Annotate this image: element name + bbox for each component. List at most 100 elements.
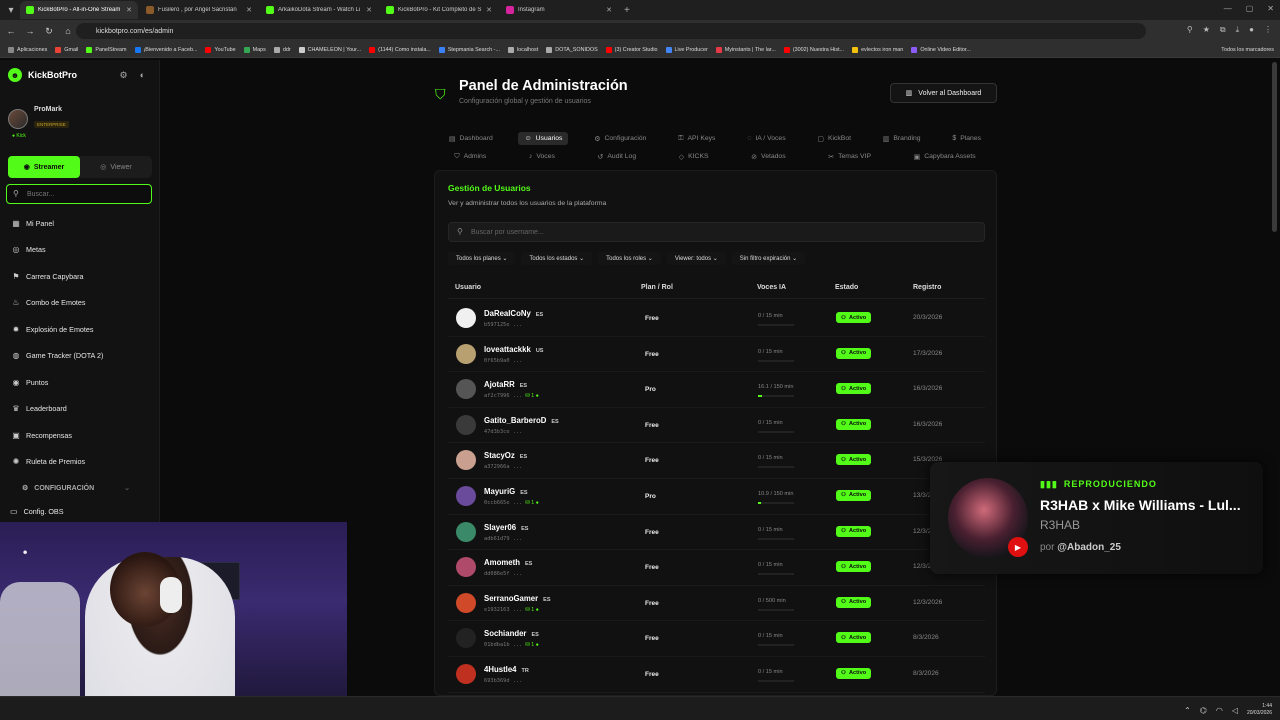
sidebar-item[interactable]: ◉ Puntos [0, 369, 160, 396]
user-name[interactable]: Sochiander ES [484, 629, 539, 638]
status-badge[interactable]: ⚇ Activo [836, 596, 872, 608]
bookmark-item[interactable]: CHAMELEON | Your... [298, 46, 361, 53]
reload-icon[interactable]: ↻ [41, 26, 57, 37]
admin-tab[interactable]: $ Planes [946, 132, 987, 145]
status-badge[interactable]: ⚇ Activo [836, 632, 872, 644]
close-window-icon[interactable]: ✕ [1267, 4, 1274, 13]
filter-dropdown[interactable]: Todos los estados ⌄ [521, 252, 593, 265]
menu-icon[interactable]: ⋮ [1264, 25, 1272, 35]
bookmark-item[interactable]: YouTube [205, 46, 236, 53]
bookmark-item[interactable]: Online Video Editor... [911, 46, 971, 53]
user-name[interactable]: SerranoGamer ES [484, 594, 551, 603]
bookmark-item[interactable]: PanelStream [86, 46, 127, 53]
download-icon[interactable]: ⤓ [1236, 25, 1240, 35]
table-row[interactable]: Sochiander ES 01bdba1b ... ⛁ 1 ● Free 0 / 15 … [448, 621, 985, 657]
back-to-dashboard-button[interactable]: ▥ Volver al Dashboard [890, 83, 997, 103]
status-badge[interactable]: ⚇ Activo [836, 347, 872, 359]
user-name[interactable]: StacyOz ES [484, 451, 527, 460]
table-row[interactable]: StacyOz ES a372966a ... Free 0 / 15 min ⚇ Act… [448, 443, 985, 479]
bookmark-item[interactable]: (1144) Como instala... [369, 46, 431, 53]
column-status[interactable]: Estado [835, 284, 858, 291]
table-row[interactable]: AjotaRR ES af2c7996 ... ⛁ 1 ● Pro 16.1 / 150 … [448, 372, 985, 408]
sidebar-item[interactable]: ✺ Ruleta de Premios [0, 449, 160, 476]
status-badge[interactable]: ⚇ Activo [836, 667, 872, 679]
sidebar-item[interactable]: ♨ Combo de Emotes [0, 290, 160, 317]
status-badge[interactable]: ⚇ Activo [836, 418, 872, 430]
bookmark-item[interactable]: DOTA_SONIDOS [546, 46, 598, 53]
admin-tab[interactable]: ⚙ Configuración [588, 132, 652, 146]
theme-toggle-icon[interactable]: ◐ [140, 70, 145, 81]
bookmark-item[interactable]: Maps [243, 46, 266, 53]
brand-logo[interactable]: ☻ KickBotPro [8, 68, 77, 82]
sidebar-item-config-obs[interactable]: ▭ Config. OBS [10, 507, 64, 516]
user-name[interactable]: loveattackkk US [484, 345, 543, 354]
table-row[interactable]: MayuriG ES 0ccb665e ... ⛁ 1 ● Pro 10.9 / 150 … [448, 479, 985, 515]
browser-tab[interactable]: Fusilero , por Ángel Sacristán ✕ [140, 1, 258, 19]
minimize-icon[interactable]: — [1224, 4, 1232, 13]
admin-tab[interactable]: ✂ Temas VIP [822, 150, 877, 164]
volume-icon[interactable]: ◁ [1232, 706, 1238, 715]
admin-tab[interactable]: ⊘ Vetados [745, 150, 791, 164]
url-field[interactable]: kickbotpro.com/es/admin [76, 23, 1146, 39]
bookmark-star-icon[interactable]: ★ [1203, 25, 1210, 35]
browser-tab[interactable]: ArkaikoDota Stream - Watch Li ✕ [260, 1, 378, 19]
table-row[interactable]: loveattackkk US 0f65b9a0 ... Free 0 / 15 min… [448, 337, 985, 373]
table-row[interactable]: Gatito_BarberoD ES 47d3b3ce ... Free 0 / 15 … [448, 408, 985, 444]
all-bookmarks[interactable]: Todos los marcadores [1221, 47, 1274, 53]
viewer-mode-button[interactable]: ◎ Viewer [80, 156, 152, 178]
table-row[interactable]: Slayer06 ES adb61d79 ... Free 0 / 15 min ⚇ Ac… [448, 515, 985, 551]
network-icon[interactable]: ⌬ [1200, 706, 1207, 715]
bookmark-item[interactable]: Aplicaciones [8, 46, 47, 53]
tab-close-icon[interactable]: ✕ [246, 6, 252, 14]
bookmark-item[interactable]: localhost [507, 46, 538, 53]
user-name[interactable]: Gatito_BarberoD ES [484, 416, 559, 425]
table-row[interactable]: SerranoGamer ES e1932163 ... ⛁ 1 ● Free 0 / 5… [448, 586, 985, 622]
settings-icon[interactable]: ⚙ [119, 70, 127, 81]
browser-tab[interactable]: KickBotPro - Kit Completo de S ✕ [380, 1, 498, 19]
user-name[interactable]: 4Hustle4 TR [484, 665, 529, 674]
sidebar-item[interactable]: ♛ Leaderboard [0, 396, 160, 423]
user-name[interactable]: DaRealCoNy ES [484, 309, 543, 318]
admin-tab[interactable]: ⛉ Admins [448, 150, 492, 164]
forward-icon[interactable]: → [22, 26, 38, 36]
extensions-icon[interactable]: ⧉ [1220, 25, 1226, 35]
admin-tab[interactable]: ▥ Branding [877, 132, 927, 146]
filter-dropdown[interactable]: Todos los planes ⌄ [448, 252, 516, 265]
user-profile[interactable]: ProMark ENTERPRISE [8, 106, 69, 131]
tab-close-icon[interactable]: ✕ [126, 6, 132, 14]
filter-dropdown[interactable]: Todos los roles ⌄ [598, 252, 661, 265]
sidebar-item[interactable]: ◎ Metas [0, 237, 160, 264]
admin-tab[interactable]: ▣ Capybara Assets [908, 150, 982, 164]
admin-tab[interactable]: ♪ Voces [523, 150, 561, 163]
sidebar-search-input[interactable]: ⚲ Buscar... [6, 184, 152, 204]
config-section-header[interactable]: ⚙ CONFIGURACIÓN ⌄ [22, 484, 130, 493]
table-row[interactable]: DaRealCoNy ES b597125e ... Free 0 / 15 min ⚇ … [448, 301, 985, 337]
user-name[interactable]: AjotaRR ES [484, 380, 527, 389]
admin-tab[interactable]: ▤ Dashboard [443, 132, 499, 146]
filter-dropdown[interactable]: Sin filtro expiración ⌄ [731, 252, 806, 265]
bookmark-item[interactable]: evlectos iron man [852, 46, 903, 53]
sidebar-item[interactable]: ◍ Game Tracker (DOTA 2) [0, 343, 160, 370]
admin-tab[interactable]: ☺ Usuarios [518, 132, 569, 145]
browser-tab[interactable]: KickBotPro - All-in-One Stream ✕ [20, 1, 138, 19]
maximize-icon[interactable]: ▢ [1246, 4, 1254, 13]
page-scrollbar[interactable] [1272, 62, 1277, 232]
wifi-icon[interactable]: ◠ [1216, 706, 1223, 715]
browser-tab[interactable]: Instagram ✕ [500, 1, 618, 19]
bookmark-item[interactable]: Live Producer [665, 46, 708, 53]
tab-close-icon[interactable]: ✕ [486, 6, 492, 14]
zoom-icon[interactable]: ⚲ [1187, 25, 1193, 35]
profile-icon[interactable]: ● [1249, 25, 1254, 35]
bookmark-item[interactable]: (3002) Nuestra Hist... [783, 46, 844, 53]
home-icon[interactable]: ⌂ [60, 26, 76, 36]
tab-search-icon[interactable]: ▾ [4, 3, 18, 17]
status-badge[interactable]: ⚇ Activo [836, 454, 872, 466]
column-voices[interactable]: Voces IA [757, 284, 786, 291]
user-search-input[interactable]: ⚲ Buscar por username... [448, 222, 985, 242]
status-badge[interactable]: ⚇ Activo [836, 489, 872, 501]
clock[interactable]: 1:44 20/03/2026 [1247, 703, 1272, 717]
user-name[interactable]: Amometh ES [484, 558, 532, 567]
back-icon[interactable]: ← [3, 26, 19, 36]
status-badge[interactable]: ⚇ Activo [836, 312, 872, 323]
tab-close-icon[interactable]: ✕ [606, 6, 612, 14]
